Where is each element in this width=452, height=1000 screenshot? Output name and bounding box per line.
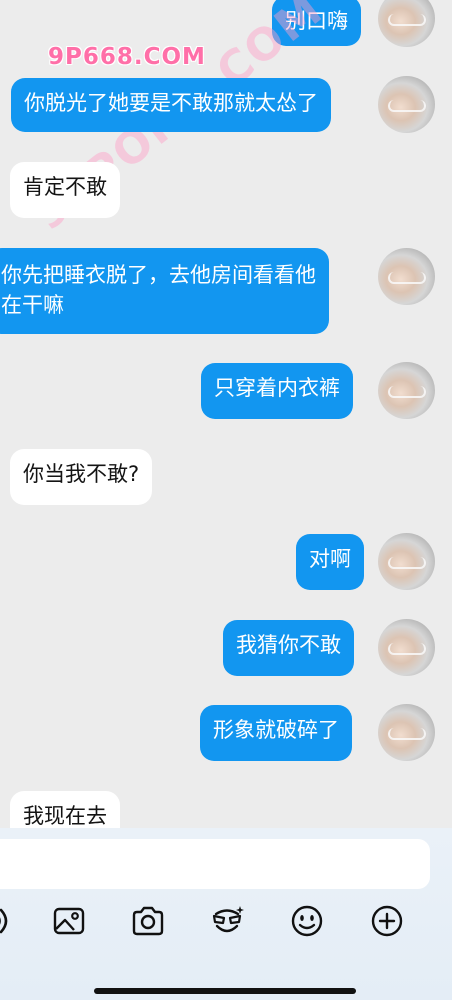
emoji-icon[interactable] [290,904,324,938]
avatar[interactable] [378,533,435,590]
avatar[interactable] [378,619,435,676]
avatar[interactable] [378,248,435,305]
message-text: 你先把睡衣脱了，去他房间看看他 [1,263,316,287]
avatar[interactable] [378,704,435,761]
message-bubble-incoming[interactable]: 我现在去 [10,791,120,830]
message-bubble-incoming[interactable]: 肯定不敢 [10,162,120,218]
camera-icon[interactable] [131,904,165,938]
message-bubble-outgoing[interactable]: 你脱光了她要是不敢那就太怂了 [11,78,331,132]
message-bubble-outgoing[interactable]: 只穿着内衣裤 [201,363,353,419]
message-text: 对啊 [309,547,351,571]
message-text-line2: 在干嘛 [1,293,64,317]
message-composer [0,828,452,1000]
message-text: 形象就破碎了 [213,718,339,742]
message-text: 我猜你不敢 [236,633,341,657]
image-icon[interactable] [52,904,86,938]
message-text: 只穿着内衣裤 [214,376,340,400]
message-bubble-outgoing[interactable]: 对啊 [296,534,364,590]
message-bubble-outgoing[interactable]: 我猜你不敢 [223,620,354,676]
message-bubble-incoming[interactable]: 你当我不敢? [10,449,153,505]
sticker-icon[interactable] [210,904,244,938]
message-text: 肯定不敢 [23,175,107,199]
voice-icon[interactable] [0,904,10,938]
chat-message-list[interactable]: 别口嗨 9P668.COM 91PORN.COM 你脱光了她要是不敢那就太怂了 … [0,0,452,830]
message-text: 你当我不敢? [23,462,140,486]
avatar[interactable] [378,362,435,419]
message-bubble-outgoing[interactable]: 形象就破碎了 [200,705,352,761]
message-bubble-outgoing[interactable]: 你先把睡衣脱了，去他房间看看他 在干嘛 [0,248,329,334]
watermark-site: 9P668.COM [48,44,206,70]
home-indicator [94,988,356,994]
message-input[interactable] [0,839,430,889]
message-text: 你脱光了她要是不敢那就太怂了 [24,91,318,115]
add-icon[interactable] [370,904,404,938]
avatar[interactable] [378,76,435,133]
message-text: 我现在去 [23,804,107,828]
avatar[interactable] [378,0,435,47]
